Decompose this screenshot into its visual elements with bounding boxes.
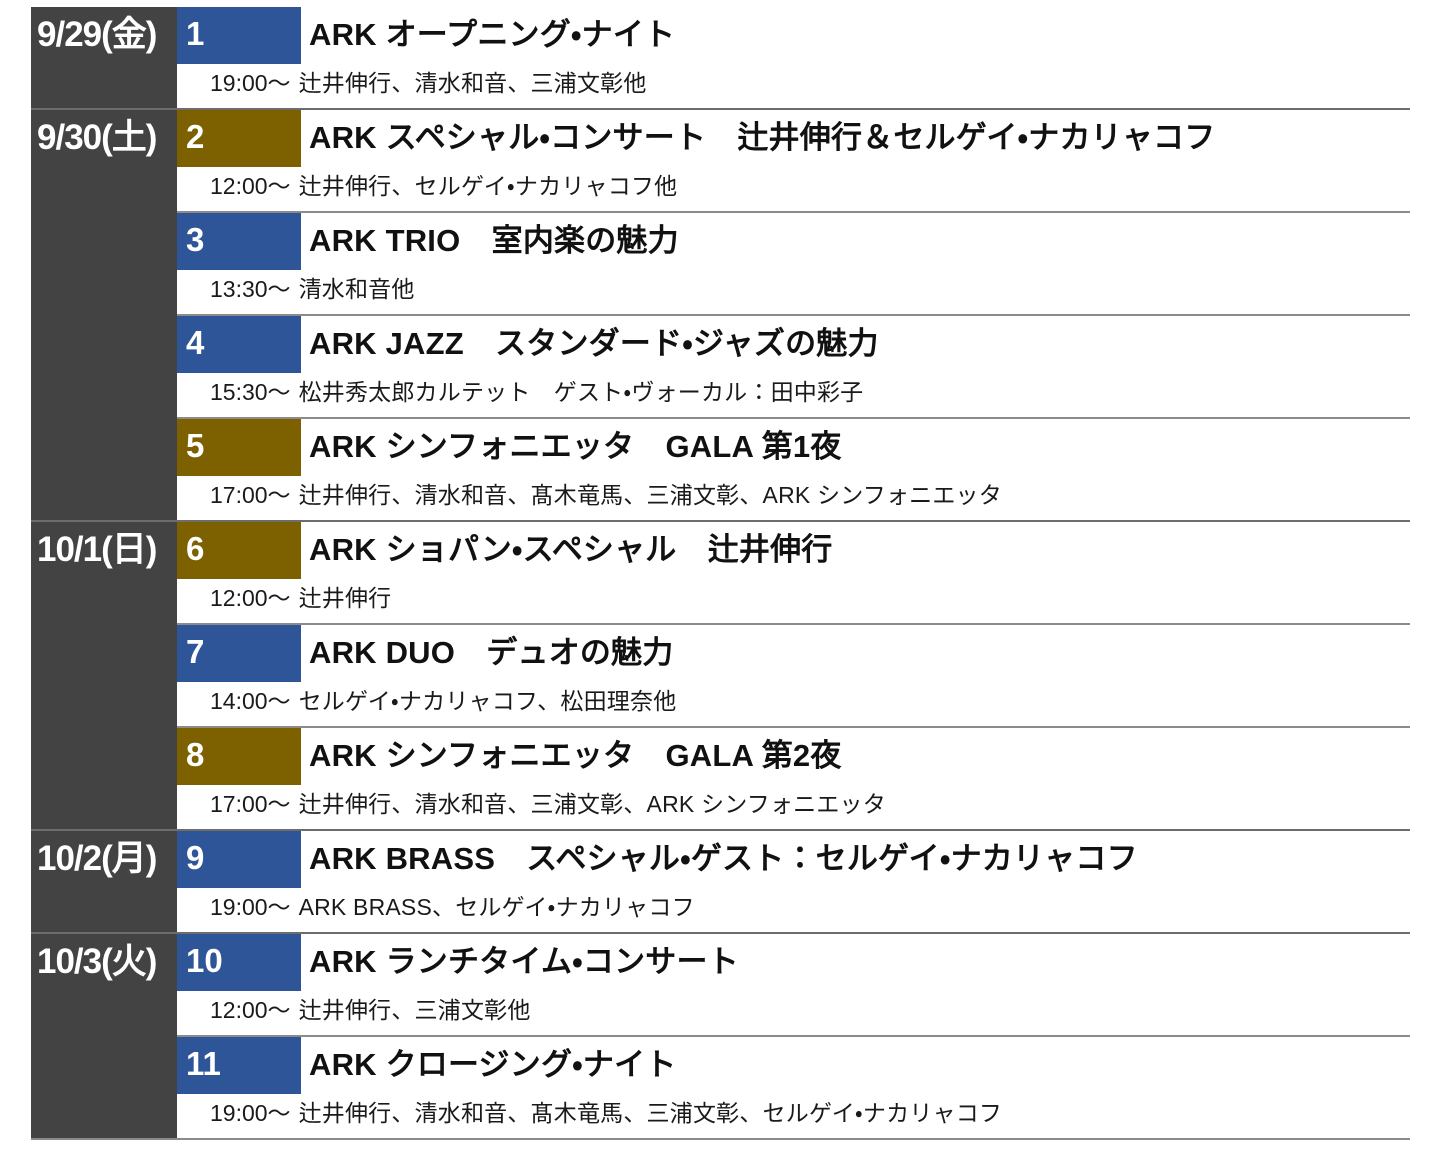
date-cell: 10/3(火) xyxy=(31,934,177,1138)
event-number-badge: 4 xyxy=(177,316,301,373)
event-row[interactable]: 3 ARK TRIO 室内楽の魅力 13:30〜 清水和音他 xyxy=(177,213,1410,316)
event-header: 11 ARK クロージング・ナイト xyxy=(177,1037,1410,1094)
event-performers: ARK BRASS、セルゲイ・ナカリャコフ xyxy=(298,894,695,920)
event-number-badge: 9 xyxy=(177,831,301,888)
event-header: 7 ARK DUO デュオの魅力 xyxy=(177,625,1410,682)
event-row[interactable]: 11 ARK クロージング・ナイト 19:00〜 辻井伸行、清水和音、髙木竜馬、三浦文… xyxy=(177,1037,1410,1138)
date-label: 9/29(金) xyxy=(37,15,157,54)
event-header: 6 ARK ショパン・スペシャル 辻井伸行 xyxy=(177,522,1410,579)
date-label: 9/30(土) xyxy=(37,118,157,157)
event-detail: 19:00〜 辻井伸行、清水和音、三浦文彰他 xyxy=(177,64,1410,108)
date-cell: 10/1(日) xyxy=(31,522,177,829)
event-title: ARK TRIO 室内楽の魅力 xyxy=(309,223,679,258)
date-label: 10/3(火) xyxy=(37,942,157,981)
event-title: ARK DUO デュオの魅力 xyxy=(309,635,674,670)
event-detail: 17:00〜 辻井伸行、清水和音、髙木竜馬、三浦文彰、ARK シンフォニエッタ xyxy=(177,476,1410,520)
event-row[interactable]: 6 ARK ショパン・スペシャル 辻井伸行 12:00〜 辻井伸行 xyxy=(177,522,1410,625)
event-header: 4 ARK JAZZ スタンダード・ジャズの魅力 xyxy=(177,316,1410,373)
day-group: 10/1(日) 6 ARK ショパン・スペシャル 辻井伸行 12:00〜 辻井伸行 7 AR… xyxy=(31,522,1410,831)
event-number-badge: 5 xyxy=(177,419,301,476)
event-number-badge: 10 xyxy=(177,934,301,991)
event-time: 19:00〜 xyxy=(210,70,291,96)
event-row[interactable]: 2 ARK スペシャル・コンサート 辻井伸行＆セルゲイ・ナカリャコフ 12:00〜辻… xyxy=(177,110,1410,213)
event-detail: 12:00〜 辻井伸行、三浦文彰他 xyxy=(177,991,1410,1035)
festival-schedule-table: 9/29(金) 1 ARK オープニング・ナイト 19:00〜 辻井伸行、清水和音、三浦… xyxy=(31,7,1410,1140)
event-detail: 12:00〜 辻井伸行 xyxy=(177,579,1410,623)
events-column: 1 ARK オープニング・ナイト 19:00〜 辻井伸行、清水和音、三浦文彰他 xyxy=(177,7,1410,108)
date-cell: 10/2(月) xyxy=(31,831,177,932)
event-performers: 辻井伸行、セルゲイ・ナカリャコフ他 xyxy=(298,173,678,199)
event-row[interactable]: 9 ARK BRASS スペシャル・ゲスト：セルゲイ・ナカリャコフ 19:00〜 AR… xyxy=(177,831,1410,932)
event-row[interactable]: 10 ARK ランチタイム・コンサート 12:00〜 辻井伸行、三浦文彰他 xyxy=(177,934,1410,1037)
event-row[interactable]: 4 ARK JAZZ スタンダード・ジャズの魅力 15:30〜 松井秀太郎カルテット … xyxy=(177,316,1410,419)
date-cell: 9/30(土) xyxy=(31,110,177,520)
event-number-badge: 2 xyxy=(177,110,301,167)
event-title: ARK BRASS スペシャル・ゲスト：セルゲイ・ナカリャコフ xyxy=(309,841,1138,876)
event-header: 9 ARK BRASS スペシャル・ゲスト：セルゲイ・ナカリャコフ xyxy=(177,831,1410,888)
event-header: 8 ARK シンフォニエッタ GALA 第2夜 xyxy=(177,728,1410,785)
event-number-badge: 6 xyxy=(177,522,301,579)
events-column: 6 ARK ショパン・スペシャル 辻井伸行 12:00〜 辻井伸行 7 ARK DUO デ… xyxy=(177,522,1410,829)
event-time: 19:00〜 xyxy=(210,1100,291,1126)
event-number-badge: 11 xyxy=(177,1037,301,1094)
event-title: ARK クロージング・ナイト xyxy=(309,1047,677,1082)
event-performers: セルゲイ・ナカリャコフ、松田理奈他 xyxy=(298,688,677,714)
event-detail: 19:00〜 辻井伸行、清水和音、髙木竜馬、三浦文彰、セルゲイ・ナカリャコフ xyxy=(177,1094,1410,1138)
event-header: 3 ARK TRIO 室内楽の魅力 xyxy=(177,213,1410,270)
event-row[interactable]: 1 ARK オープニング・ナイト 19:00〜 辻井伸行、清水和音、三浦文彰他 xyxy=(177,7,1410,108)
event-time: 17:00〜 xyxy=(210,791,291,817)
event-performers: 清水和音他 xyxy=(298,276,415,302)
event-header: 10 ARK ランチタイム・コンサート xyxy=(177,934,1410,991)
event-performers: 辻井伸行、清水和音、三浦文彰、ARK シンフォニエッタ xyxy=(298,791,886,817)
event-header: 5 ARK シンフォニエッタ GALA 第1夜 xyxy=(177,419,1410,476)
event-performers: 辻井伸行 xyxy=(298,585,392,611)
event-title: ARK ショパン・スペシャル 辻井伸行 xyxy=(309,532,833,567)
event-header: 1 ARK オープニング・ナイト xyxy=(177,7,1410,64)
event-time: 17:00〜 xyxy=(210,482,291,508)
event-number-badge: 8 xyxy=(177,728,301,785)
event-time: 19:00〜 xyxy=(210,894,291,920)
events-column: 9 ARK BRASS スペシャル・ゲスト：セルゲイ・ナカリャコフ 19:00〜 AR… xyxy=(177,831,1410,932)
day-group: 9/30(土) 2 ARK スペシャル・コンサート 辻井伸行＆セルゲイ・ナカリャコフ… xyxy=(31,110,1410,522)
event-performers: 松井秀太郎カルテット ゲスト・ヴォーカル：田中彩子 xyxy=(298,379,864,405)
event-row[interactable]: 5 ARK シンフォニエッタ GALA 第1夜 17:00〜 辻井伸行、清水和音、髙木… xyxy=(177,419,1410,520)
event-time: 12:00〜 xyxy=(210,997,291,1023)
event-number-badge: 7 xyxy=(177,625,301,682)
event-title: ARK スペシャル・コンサート 辻井伸行＆セルゲイ・ナカリャコフ xyxy=(309,120,1216,155)
event-title: ARK オープニング・ナイト xyxy=(309,17,676,52)
event-detail: 17:00〜 辻井伸行、清水和音、三浦文彰、ARK シンフォニエッタ xyxy=(177,785,1410,829)
event-title: ARK JAZZ スタンダード・ジャズの魅力 xyxy=(309,326,879,361)
event-time: 12:00〜 xyxy=(210,585,291,611)
event-detail: 13:30〜 清水和音他 xyxy=(177,270,1410,314)
date-label: 10/2(月) xyxy=(37,839,157,878)
event-header: 2 ARK スペシャル・コンサート 辻井伸行＆セルゲイ・ナカリャコフ xyxy=(177,110,1410,167)
event-performers: 辻井伸行、清水和音、髙木竜馬、三浦文彰、ARK シンフォニエッタ xyxy=(298,482,1002,508)
date-label: 10/1(日) xyxy=(37,530,157,569)
events-column: 10 ARK ランチタイム・コンサート 12:00〜 辻井伸行、三浦文彰他 11 ARK … xyxy=(177,934,1410,1138)
event-performers: 辻井伸行、清水和音、髙木竜馬、三浦文彰、セルゲイ・ナカリャコフ xyxy=(298,1100,1003,1126)
event-detail: 14:00〜 セルゲイ・ナカリャコフ、松田理奈他 xyxy=(177,682,1410,726)
event-row[interactable]: 7 ARK DUO デュオの魅力 14:00〜 セルゲイ・ナカリャコフ、松田理奈他 xyxy=(177,625,1410,728)
event-number-badge: 1 xyxy=(177,7,301,64)
event-time: 13:30〜 xyxy=(210,276,291,302)
day-group: 9/29(金) 1 ARK オープニング・ナイト 19:00〜 辻井伸行、清水和音、三浦… xyxy=(31,7,1410,110)
event-time: 14:00〜 xyxy=(210,688,291,714)
events-column: 2 ARK スペシャル・コンサート 辻井伸行＆セルゲイ・ナカリャコフ 12:00〜辻… xyxy=(177,110,1410,520)
event-performers: 辻井伸行、清水和音、三浦文彰他 xyxy=(298,70,647,96)
date-cell: 9/29(金) xyxy=(31,7,177,108)
event-title: ARK シンフォニエッタ GALA 第1夜 xyxy=(309,429,842,464)
event-detail: 15:30〜 松井秀太郎カルテット ゲスト・ヴォーカル：田中彩子 xyxy=(177,373,1410,417)
event-title: ARK シンフォニエッタ GALA 第2夜 xyxy=(309,738,842,773)
event-time: 15:30〜 xyxy=(210,379,291,405)
event-performers: 辻井伸行、三浦文彰他 xyxy=(298,997,531,1023)
event-time: 12:00〜 xyxy=(210,173,291,199)
event-detail: 19:00〜 ARK BRASS、セルゲイ・ナカリャコフ xyxy=(177,888,1410,932)
event-number-badge: 3 xyxy=(177,213,301,270)
day-group: 10/3(火) 10 ARK ランチタイム・コンサート 12:00〜 辻井伸行、三浦文彰… xyxy=(31,934,1410,1140)
event-row[interactable]: 8 ARK シンフォニエッタ GALA 第2夜 17:00〜 辻井伸行、清水和音、三浦… xyxy=(177,728,1410,829)
event-title: ARK ランチタイム・コンサート xyxy=(309,944,739,979)
day-group: 10/2(月) 9 ARK BRASS スペシャル・ゲスト：セルゲイ・ナカリャコフ 1… xyxy=(31,831,1410,934)
event-detail: 12:00〜 辻井伸行、セルゲイ・ナカリャコフ他 xyxy=(177,167,1410,211)
